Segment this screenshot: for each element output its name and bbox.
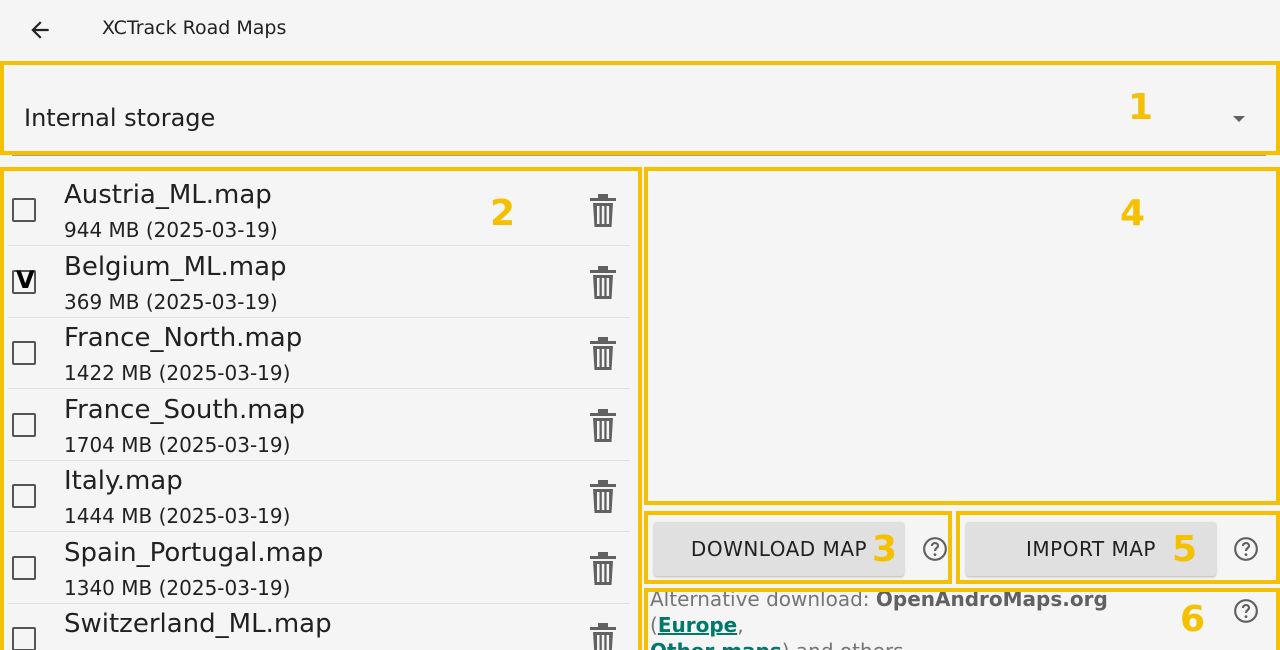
- map-size: 944 MB (2025-03-19): [64, 218, 278, 242]
- download-map-button[interactable]: DOWNLOAD MAP: [654, 522, 904, 576]
- alt-comma: ,: [737, 613, 744, 637]
- alternative-help-icon[interactable]: [1233, 598, 1259, 624]
- map-name: France_South.map: [64, 394, 306, 425]
- map-size: 1704 MB (2025-03-19): [64, 432, 291, 457]
- map-size: 369 MB (2025-03-19): [64, 289, 278, 314]
- map-checkbox[interactable]: [12, 555, 36, 580]
- storage-selected-value: Internal storage: [24, 104, 216, 132]
- dropdown-arrow-icon: [1233, 116, 1245, 122]
- map-size: 1422 MB (2025-03-19): [64, 361, 291, 385]
- annotation-number-5: 5: [1172, 529, 1198, 570]
- annotation-number-1: 1: [1128, 87, 1154, 128]
- annotation-number-2: 2: [490, 193, 516, 234]
- map-row[interactable]: V Belgium_ML.map 369 MB (2025-03-19): [8, 246, 630, 318]
- map-row[interactable]: France_South.map 1704 MB (2025-03-19): [8, 389, 630, 461]
- annotation-number-6: 6: [1180, 599, 1206, 640]
- map-info-panel: [650, 174, 1270, 500]
- map-checkbox[interactable]: [12, 412, 36, 437]
- delete-icon[interactable]: [588, 194, 618, 228]
- map-name: Austria_ML.map: [64, 180, 272, 210]
- map-name: Spain_Portugal.map: [64, 537, 324, 568]
- dropdown-underline: [12, 155, 1266, 156]
- delete-icon[interactable]: [588, 551, 618, 586]
- map-size: 1444 MB (2025-03-19): [64, 504, 291, 528]
- map-checkbox[interactable]: [12, 484, 36, 508]
- arrow-left-icon: [31, 21, 49, 39]
- alternative-download-text: Alternative download: OpenAndroMaps.org …: [650, 586, 1190, 650]
- app-bar: XCTrack Road Maps: [0, 0, 1280, 60]
- map-row[interactable]: Austria_ML.map 944 MB (2025-03-19): [8, 174, 630, 246]
- map-checkbox[interactable]: [12, 627, 36, 650]
- map-checkbox[interactable]: V: [12, 266, 36, 294]
- map-checkbox[interactable]: [12, 341, 36, 365]
- delete-icon[interactable]: [588, 623, 618, 650]
- map-row[interactable]: Spain_Portugal.map 1340 MB (2025-03-19): [8, 532, 630, 604]
- map-name: Italy.map: [64, 466, 183, 496]
- back-button[interactable]: [22, 12, 58, 48]
- alt-prefix: Alternative download:: [650, 587, 876, 611]
- alt-paren: (: [650, 613, 658, 637]
- europe-link[interactable]: Europe: [658, 613, 737, 637]
- annotation-number-4: 4: [1120, 193, 1146, 234]
- storage-dropdown[interactable]: Internal storage: [6, 66, 1272, 150]
- delete-icon[interactable]: [588, 265, 618, 300]
- delete-icon[interactable]: [588, 480, 618, 514]
- map-list[interactable]: Austria_ML.map 944 MB (2025-03-19) V Belgiu…: [8, 174, 630, 650]
- import-help-icon[interactable]: [1233, 536, 1259, 562]
- map-name: Belgium_ML.map: [64, 251, 287, 282]
- alt-suffix: ) and others.: [782, 639, 910, 650]
- download-help-icon[interactable]: [922, 536, 948, 562]
- other-maps-link[interactable]: Other maps: [650, 639, 782, 650]
- checkmark-icon: V: [16, 265, 35, 294]
- delete-icon[interactable]: [588, 337, 618, 371]
- annotation-number-3: 3: [872, 529, 898, 570]
- map-name: Switzerland_ML.map: [64, 609, 332, 639]
- map-row[interactable]: France_North.map 1422 MB (2025-03-19): [8, 317, 630, 389]
- map-row[interactable]: Switzerland_ML.map: [8, 603, 630, 650]
- map-name: France_North.map: [64, 323, 303, 353]
- map-row[interactable]: Italy.map 1444 MB (2025-03-19): [8, 460, 630, 532]
- site-name: OpenAndroMaps.org: [875, 587, 1108, 611]
- delete-icon[interactable]: [588, 408, 618, 443]
- map-size: 1340 MB (2025-03-19): [64, 575, 291, 600]
- page-title: XCTrack Road Maps: [102, 17, 287, 39]
- map-checkbox[interactable]: [12, 198, 36, 222]
